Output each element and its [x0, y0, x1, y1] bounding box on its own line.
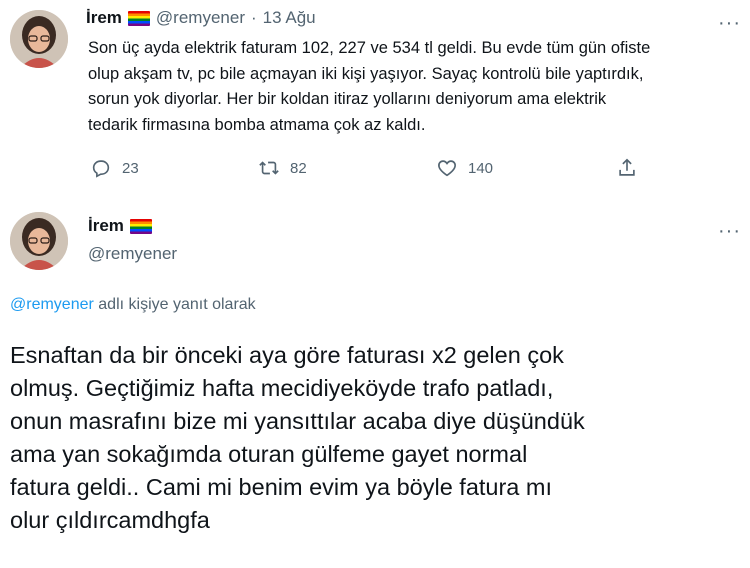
tweet1-header: İrem @remyener · 13 Ağu [86, 8, 316, 28]
retweet-icon [259, 161, 279, 175]
reply-count: 23 [122, 159, 139, 177]
more-icon[interactable]: ··· [718, 13, 741, 33]
author-name[interactable]: İrem [86, 8, 122, 28]
retweet-count: 82 [290, 159, 307, 177]
reply-context-text: adlı kişiye yanıt olarak [93, 296, 256, 313]
like-icon [438, 160, 456, 177]
tweet-text: Son üç ayda elektrik faturam 102, 227 ve… [88, 39, 651, 134]
tweet-date[interactable]: 13 Ağu [263, 8, 316, 28]
author-handle[interactable]: @remyener [156, 8, 245, 28]
rainbow-flag-icon [129, 218, 152, 234]
like-count: 140 [468, 159, 494, 177]
author-handle[interactable]: @remyener [88, 244, 177, 264]
tweet-text: Esnaftan da bir önceki aya göre faturası… [10, 342, 585, 533]
author-name[interactable]: İrem [88, 216, 124, 236]
separator-dot: · [250, 8, 257, 27]
share-icon [619, 158, 635, 176]
like-button[interactable]: 140 [436, 157, 493, 179]
more-icon[interactable]: ··· [718, 221, 741, 241]
retweet-button[interactable]: 82 [258, 157, 307, 179]
reply-button[interactable]: 23 [90, 157, 139, 179]
rainbow-flag-icon [127, 10, 150, 26]
reply-context: @remyener adlı kişiye yanıt olarak [10, 296, 256, 314]
share-button[interactable] [616, 157, 638, 179]
tweet2-header: İrem [88, 216, 152, 236]
avatar[interactable] [10, 212, 68, 270]
reply-icon [92, 160, 110, 178]
reply-mention-link[interactable]: @remyener [10, 296, 94, 313]
avatar[interactable] [10, 10, 68, 68]
